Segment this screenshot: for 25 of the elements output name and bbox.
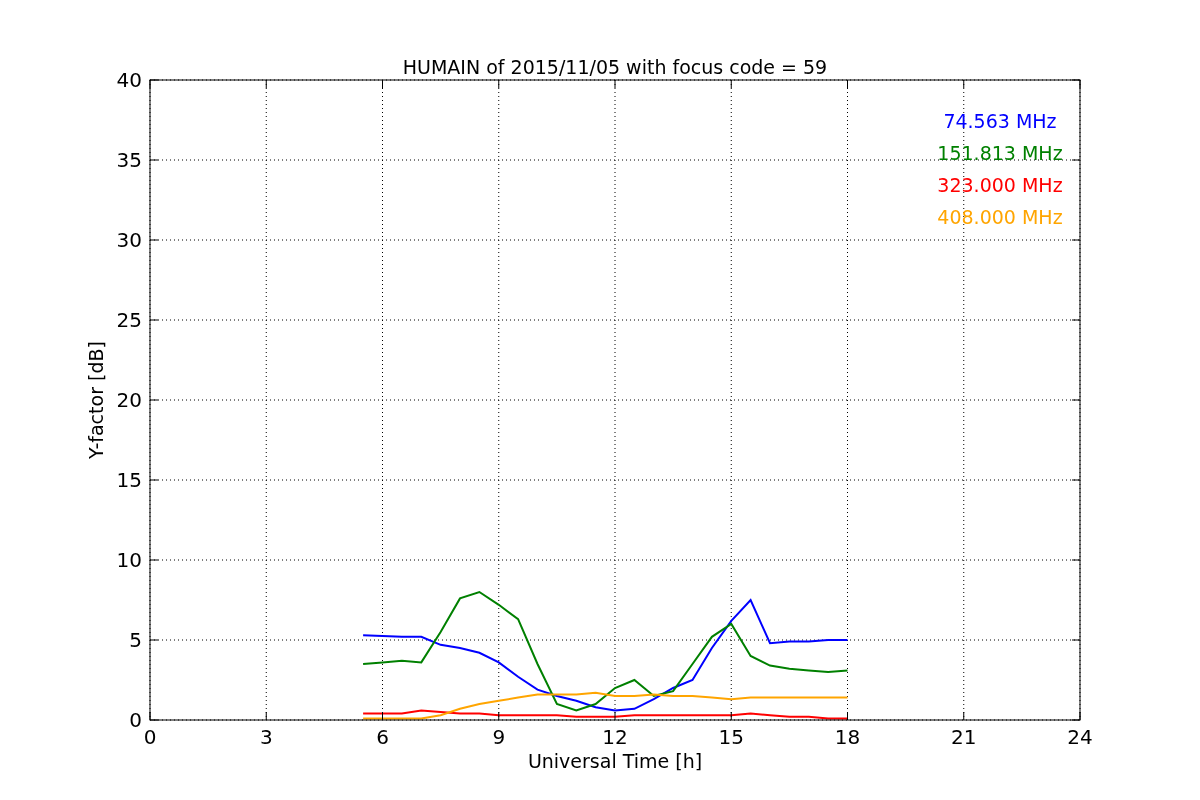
y-tick-label: 0 xyxy=(129,708,142,732)
y-axis-label: Y-factor [dB] xyxy=(85,341,107,459)
legend-label: 323.000 MHz xyxy=(937,174,1063,196)
y-tick-label: 15 xyxy=(116,468,142,492)
x-tick-label: 21 xyxy=(951,725,977,749)
y-tick-label: 20 xyxy=(116,388,142,412)
legend-label: 151.813 MHz xyxy=(937,142,1063,164)
x-tick-label: 0 xyxy=(143,725,157,749)
y-tick-label: 30 xyxy=(116,228,142,252)
legend-label: 74.563 MHz xyxy=(943,110,1057,132)
legend-label: 408.000 MHz xyxy=(937,206,1063,228)
y-tick-label: 35 xyxy=(116,148,142,172)
x-tick-label: 18 xyxy=(834,725,861,749)
y-tick-label: 5 xyxy=(129,628,142,652)
y-tick-label: 40 xyxy=(116,68,142,92)
y-tick-label: 25 xyxy=(116,308,142,332)
x-tick-label: 24 xyxy=(1067,725,1093,749)
chart-title: HUMAIN of 2015/11/05 with focus code = 59 xyxy=(402,56,828,78)
x-tick-label: 3 xyxy=(259,725,273,749)
x-tick-label: 9 xyxy=(492,725,506,749)
x-tick-label: 6 xyxy=(376,725,389,749)
x-tick-label: 15 xyxy=(718,725,744,749)
x-axis-label: Universal Time [h] xyxy=(527,750,703,772)
x-tick-label: 12 xyxy=(602,725,628,749)
y-tick-label: 10 xyxy=(116,548,142,572)
